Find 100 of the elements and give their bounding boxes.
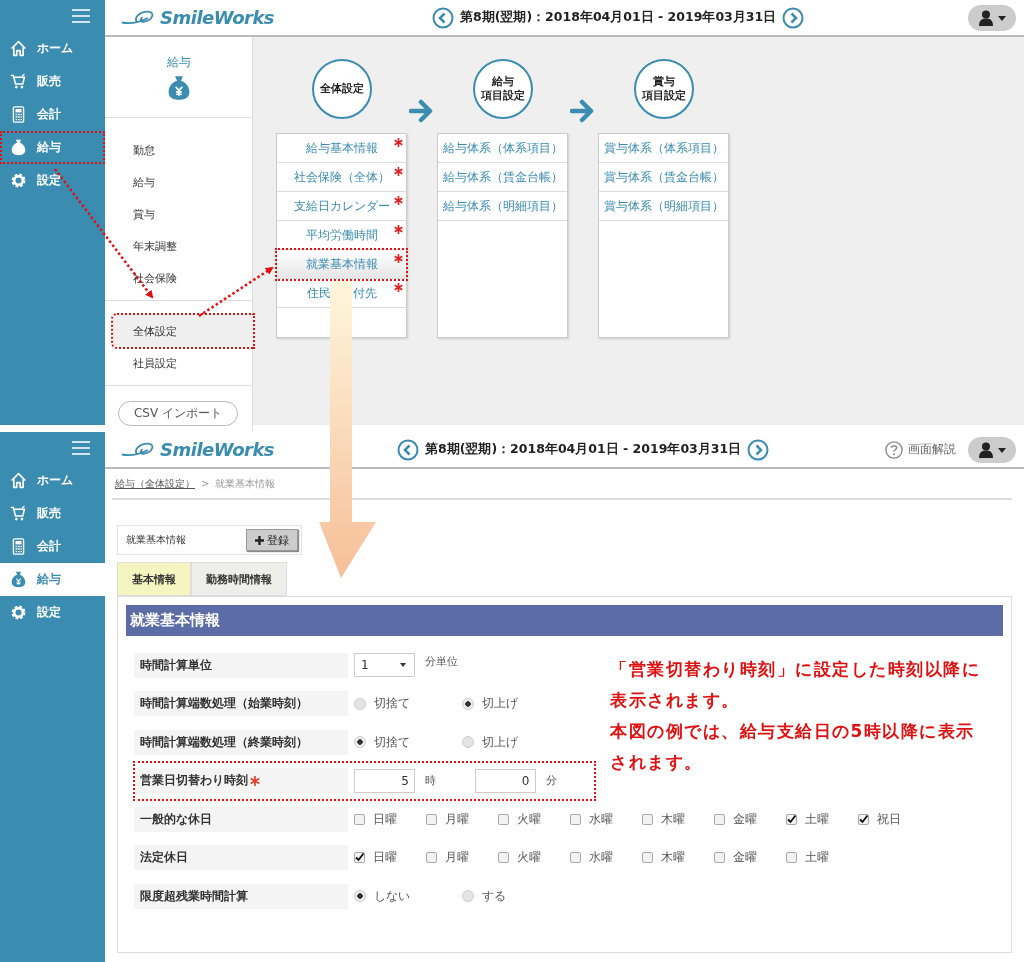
field-label: 時間計算端数処理（終業時刻） [134, 729, 348, 755]
option-label: 水曜 [589, 849, 613, 867]
checkbox[interactable] [354, 813, 365, 825]
option-label: 木曜 [661, 810, 685, 828]
radio-button[interactable] [354, 697, 366, 710]
settings-link[interactable]: 就業基本情報 [277, 250, 406, 279]
option-label: 月曜 [445, 810, 469, 828]
previous-period-icon[interactable] [432, 6, 454, 29]
menu-icon[interactable] [72, 441, 90, 455]
option-label: する [482, 887, 506, 905]
checkbox[interactable] [786, 852, 797, 864]
checkbox[interactable] [570, 852, 581, 864]
logo: SmileWorks [160, 439, 275, 460]
settings-link[interactable]: 賞与体系（明細項目） [599, 192, 728, 221]
help-icon[interactable] [885, 440, 903, 459]
cart-icon [10, 505, 27, 522]
sidebar-item[interactable]: ホーム [0, 464, 105, 497]
settings-link[interactable]: 給与基本情報 [277, 134, 406, 163]
option-label: 木曜 [661, 849, 685, 867]
radio-button[interactable] [462, 890, 474, 903]
submenu-item[interactable]: 給与 [105, 166, 252, 198]
settings-link[interactable]: 賞与体系（賃金台帳） [599, 163, 728, 192]
option-label: 日曜 [373, 810, 397, 828]
home-icon [10, 472, 27, 489]
settings-link[interactable]: 支給日カレンダー [277, 192, 406, 221]
settings-link[interactable]: 給与体系（体系項目） [438, 134, 567, 163]
unit-label: 分単位 [425, 654, 458, 669]
checkbox[interactable] [498, 813, 509, 825]
period-label: 第8期(翌期)：2018年04月01日 - 2019年03月31日 [425, 441, 742, 458]
sidebar-item[interactable]: 会計 [0, 98, 105, 131]
option-label: 月曜 [445, 849, 469, 867]
checkbox[interactable] [786, 813, 797, 825]
sidebar-item[interactable]: 給与 [0, 563, 105, 596]
menu-icon[interactable] [72, 9, 90, 23]
checkbox[interactable] [354, 852, 365, 864]
gear-icon [10, 172, 27, 189]
sidebar-item[interactable]: 会計 [0, 530, 105, 563]
radio-button[interactable] [354, 736, 366, 749]
user-menu-button[interactable] [968, 4, 1016, 31]
user-icon [977, 441, 1007, 458]
next-period-icon[interactable] [782, 6, 805, 29]
checkbox[interactable] [570, 813, 581, 825]
unit-label: 分 [545, 773, 557, 789]
gear-icon [10, 604, 27, 621]
submenu-item[interactable]: 社員設定 [105, 347, 252, 379]
caret-icon [400, 663, 406, 668]
option-label: 切上げ [482, 733, 518, 751]
radio-button[interactable] [462, 736, 474, 749]
sidebar-item[interactable]: 設定 [0, 164, 105, 197]
field-label: 時間計算端数処理（始業時刻） [134, 691, 348, 717]
submenu-item[interactable]: 全体設定 [113, 315, 253, 347]
sidebar-item[interactable]: 設定 [0, 596, 105, 629]
user-menu-button[interactable] [968, 436, 1016, 463]
checkbox[interactable] [642, 852, 653, 864]
checkbox[interactable] [426, 852, 437, 864]
settings-link[interactable]: 給与体系（賃金台帳） [438, 163, 567, 192]
breadcrumb-link[interactable]: 給与（全体設定） [115, 476, 195, 491]
home-icon [10, 40, 27, 57]
breadcrumb-current: 就業基本情報 [215, 476, 276, 491]
checkbox[interactable] [426, 813, 437, 825]
option-label: 祝日 [877, 810, 901, 828]
checkbox[interactable] [498, 852, 509, 864]
annotation-text: 「営業切替わり時刻」に設定した時刻以降に表示されます。 [610, 658, 981, 712]
csv-import-button[interactable]: CSV インポート [118, 401, 238, 426]
tab[interactable]: 勤務時間情報 [191, 562, 287, 596]
sidebar-item[interactable]: 販売 [0, 65, 105, 98]
tab[interactable]: 基本情報 [117, 562, 191, 596]
step-circle: 給与 項目設定 [472, 59, 533, 119]
radio-button[interactable] [354, 890, 366, 903]
calculator-icon [10, 538, 27, 555]
user-icon [977, 9, 1007, 26]
register-button[interactable]: 登録 [246, 529, 298, 551]
unit-select[interactable]: 1 [354, 653, 415, 678]
submenu-item[interactable]: 賞与 [105, 198, 252, 230]
time-input[interactable]: 5 [354, 768, 415, 793]
checkbox[interactable] [642, 813, 653, 825]
sidebar-item[interactable]: 販売 [0, 497, 105, 530]
time-input[interactable]: 0 [474, 768, 536, 793]
breadcrumb-separator: > [201, 478, 210, 489]
option-label: 切捨て [374, 733, 410, 751]
settings-link[interactable]: 給与体系（明細項目） [438, 192, 567, 221]
submenu-item[interactable]: 年末調整 [105, 230, 252, 262]
settings-link[interactable]: 賞与体系（体系項目） [599, 134, 728, 163]
money-bag-icon [10, 571, 27, 588]
checkbox[interactable] [714, 852, 725, 864]
settings-link[interactable]: 社会保険（全体） [277, 163, 406, 192]
submenu-item[interactable]: 社会保険 [105, 262, 252, 294]
option-label: しない [374, 887, 410, 905]
radio-button[interactable] [462, 697, 474, 710]
link-text: 住民 [306, 284, 331, 302]
field-label: 時間計算単位 [134, 652, 348, 678]
sidebar-item[interactable]: ホーム [0, 32, 105, 65]
checkbox[interactable] [858, 813, 869, 825]
submenu-item[interactable]: 勤怠 [105, 134, 252, 166]
cart-icon [10, 73, 27, 90]
next-period-icon[interactable] [747, 438, 770, 461]
option-label: 金曜 [733, 810, 757, 828]
help-link[interactable]: 画面解説 [908, 441, 956, 458]
checkbox[interactable] [714, 813, 725, 825]
previous-period-icon[interactable] [397, 438, 419, 461]
